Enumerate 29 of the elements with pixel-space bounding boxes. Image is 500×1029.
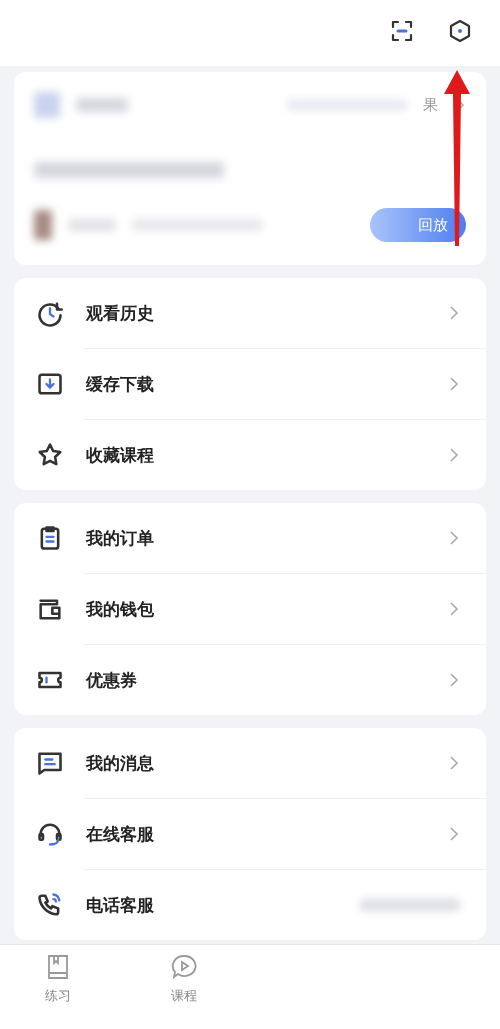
- menu-item[interactable]: 我的钱包: [14, 574, 486, 644]
- message-icon: [36, 749, 64, 777]
- scan-icon[interactable]: [390, 19, 414, 43]
- blurred-text: [68, 219, 116, 231]
- menu-item[interactable]: 电话客服: [14, 870, 486, 940]
- menu-item[interactable]: 我的消息: [14, 728, 486, 798]
- chevron-icon: [448, 755, 460, 771]
- chevron-icon: [448, 376, 460, 392]
- chevron-icon: [448, 672, 460, 688]
- headset-icon: [36, 820, 64, 848]
- menu-item[interactable]: 缓存下载: [14, 349, 486, 419]
- blurred-text: [76, 98, 128, 112]
- menu-item[interactable]: 观看历史: [14, 278, 486, 348]
- settings-icon[interactable]: [448, 19, 472, 43]
- tab[interactable]: 练习: [22, 945, 94, 1029]
- chevron-icon: [448, 305, 460, 321]
- menu-item[interactable]: 我的订单: [14, 503, 486, 573]
- tab[interactable]: 课程: [148, 945, 220, 1029]
- blurred-avatar: [34, 210, 52, 240]
- chevron-icon: [448, 447, 460, 463]
- menu-item[interactable]: 收藏课程: [14, 420, 486, 490]
- download-icon: [36, 370, 64, 398]
- blurred-thumbnail: [34, 92, 60, 118]
- menu-item[interactable]: 在线客服: [14, 799, 486, 869]
- chevron-icon: [448, 601, 460, 617]
- chevron-icon: [448, 530, 460, 546]
- play-icon: [170, 953, 198, 981]
- menu-item[interactable]: 优惠券: [14, 645, 486, 715]
- chevron-icon: [448, 826, 460, 842]
